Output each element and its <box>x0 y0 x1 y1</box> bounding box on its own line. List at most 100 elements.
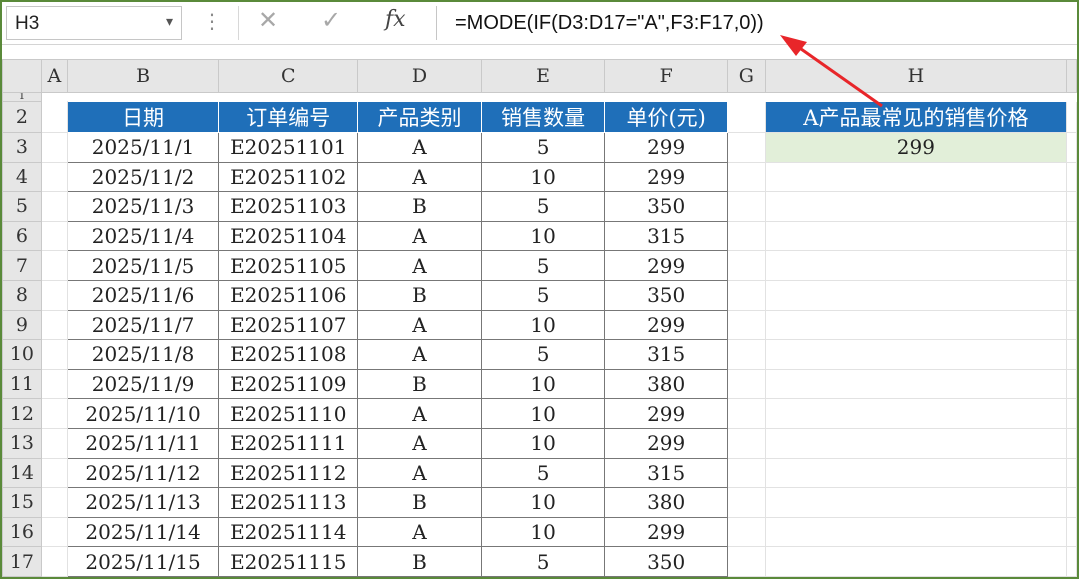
row-header-13[interactable]: 13 <box>2 427 42 459</box>
table-cell[interactable]: E20251111 <box>218 427 359 459</box>
row-header-3[interactable]: 3 <box>2 132 42 163</box>
column-header-d[interactable]: D <box>357 59 482 93</box>
table-cell[interactable]: E20251106 <box>218 279 359 311</box>
table-cell[interactable]: 10 <box>480 516 606 548</box>
column-header-c[interactable]: C <box>218 59 359 93</box>
cell-g11[interactable] <box>727 369 766 400</box>
column-header-a[interactable]: A <box>40 59 68 93</box>
table-cell[interactable]: B <box>357 487 482 518</box>
table-cell[interactable]: 10 <box>480 368 606 400</box>
cell-a6[interactable] <box>41 221 68 252</box>
table-cell[interactable]: E20251102 <box>218 161 359 193</box>
table-header[interactable]: 订单编号 <box>218 101 359 133</box>
cell-h1[interactable] <box>765 93 1066 102</box>
cell-i8[interactable] <box>1066 280 1077 311</box>
cell-g10[interactable] <box>727 339 766 370</box>
table-cell[interactable]: 2025/11/12 <box>66 457 220 489</box>
cell-i6[interactable] <box>1066 221 1077 252</box>
cell-i2[interactable] <box>1066 101 1077 133</box>
table-cell[interactable]: 2025/11/10 <box>66 398 220 429</box>
table-cell[interactable]: A <box>357 250 482 281</box>
enter-icon[interactable]: ✓ <box>321 6 341 35</box>
cell-i9[interactable] <box>1066 310 1077 341</box>
row-header-1[interactable]: 1 <box>2 92 42 102</box>
formula-input[interactable]: =MODE(IF(D3:D17="A",F3:F17,0)) <box>436 6 1077 40</box>
cell-g6[interactable] <box>727 221 766 252</box>
table-cell[interactable]: E20251103 <box>218 191 359 222</box>
cell-a17[interactable] <box>41 546 68 577</box>
table-cell[interactable]: B <box>357 368 482 400</box>
table-cell[interactable]: E20251107 <box>218 309 359 341</box>
table-cell[interactable]: 5 <box>480 546 606 577</box>
select-all-corner[interactable] <box>2 59 42 93</box>
cell-i3[interactable] <box>1066 132 1077 163</box>
table-cell[interactable]: A <box>357 309 482 341</box>
table-cell[interactable]: 299 <box>604 398 728 429</box>
cell-a14[interactable] <box>41 458 68 489</box>
cell-g13[interactable] <box>727 428 766 459</box>
table-cell[interactable]: A <box>357 457 482 489</box>
table-cell[interactable]: 10 <box>480 398 606 429</box>
cell-f1[interactable] <box>605 93 728 102</box>
table-cell[interactable]: 315 <box>604 339 728 370</box>
cell-a15[interactable] <box>41 487 68 518</box>
table-cell[interactable]: 380 <box>604 487 728 518</box>
table-cell[interactable]: E20251115 <box>218 546 359 577</box>
cell-a4[interactable] <box>41 162 68 193</box>
cell-a3[interactable] <box>41 132 68 163</box>
table-cell[interactable]: 2025/11/2 <box>66 161 220 193</box>
cell-a9[interactable] <box>41 310 68 341</box>
row-header-5[interactable]: 5 <box>2 191 42 222</box>
table-cell[interactable]: 2025/11/8 <box>66 339 220 370</box>
table-cell[interactable]: 2025/11/1 <box>66 132 220 163</box>
insert-function-icon[interactable]: fx <box>385 7 406 32</box>
table-cell[interactable]: E20251114 <box>218 516 359 548</box>
row-header-14[interactable]: 14 <box>2 457 42 489</box>
cell-i11[interactable] <box>1066 369 1077 400</box>
table-cell[interactable]: E20251109 <box>218 368 359 400</box>
table-cell[interactable]: 2025/11/5 <box>66 250 220 281</box>
more-options-icon[interactable]: ⋮ <box>202 10 222 34</box>
cell-i1[interactable] <box>1067 93 1077 102</box>
name-box[interactable]: H3 ▾ <box>6 6 182 40</box>
cell-h4[interactable] <box>765 162 1068 193</box>
column-header-b[interactable]: B <box>66 59 220 93</box>
cell-g14[interactable] <box>727 458 766 489</box>
table-cell[interactable]: B <box>357 279 482 311</box>
cell-a7[interactable] <box>41 250 68 281</box>
cell-i7[interactable] <box>1066 250 1077 281</box>
row-header-2[interactable]: 2 <box>2 101 42 133</box>
table-cell[interactable]: A <box>357 161 482 193</box>
cell-g4[interactable] <box>727 162 766 193</box>
cell-h10[interactable] <box>765 339 1068 370</box>
cell-a13[interactable] <box>41 428 68 459</box>
cell-h11[interactable] <box>765 369 1068 400</box>
row-header-15[interactable]: 15 <box>2 487 42 518</box>
table-cell[interactable]: 5 <box>480 279 606 311</box>
table-cell[interactable]: 10 <box>480 220 606 252</box>
row-header-7[interactable]: 7 <box>2 250 42 281</box>
cell-g5[interactable] <box>727 191 766 222</box>
cell-h8[interactable] <box>765 280 1068 311</box>
cell-h9[interactable] <box>765 310 1068 341</box>
table-cell[interactable]: 2025/11/15 <box>66 546 220 577</box>
table-cell[interactable]: 2025/11/7 <box>66 309 220 341</box>
cell-i16[interactable] <box>1066 517 1077 548</box>
cell-i10[interactable] <box>1066 339 1077 370</box>
table-cell[interactable]: 10 <box>480 427 606 459</box>
table-header[interactable]: 产品类别 <box>357 101 482 133</box>
row-header-11[interactable]: 11 <box>2 368 42 400</box>
cell-i15[interactable] <box>1066 487 1077 518</box>
table-cell[interactable]: B <box>357 546 482 577</box>
cell-h12[interactable] <box>765 398 1068 429</box>
table-cell[interactable]: 10 <box>480 309 606 341</box>
row-header-6[interactable]: 6 <box>2 220 42 252</box>
table-cell[interactable]: 5 <box>480 132 606 163</box>
table-cell[interactable]: 2025/11/14 <box>66 516 220 548</box>
table-cell[interactable]: 2025/11/11 <box>66 427 220 459</box>
cell-i14[interactable] <box>1066 458 1077 489</box>
table-cell[interactable]: 350 <box>604 191 728 222</box>
cell-a2[interactable] <box>41 101 68 133</box>
cell-i17[interactable] <box>1066 546 1077 577</box>
cell-c1[interactable] <box>219 93 358 102</box>
